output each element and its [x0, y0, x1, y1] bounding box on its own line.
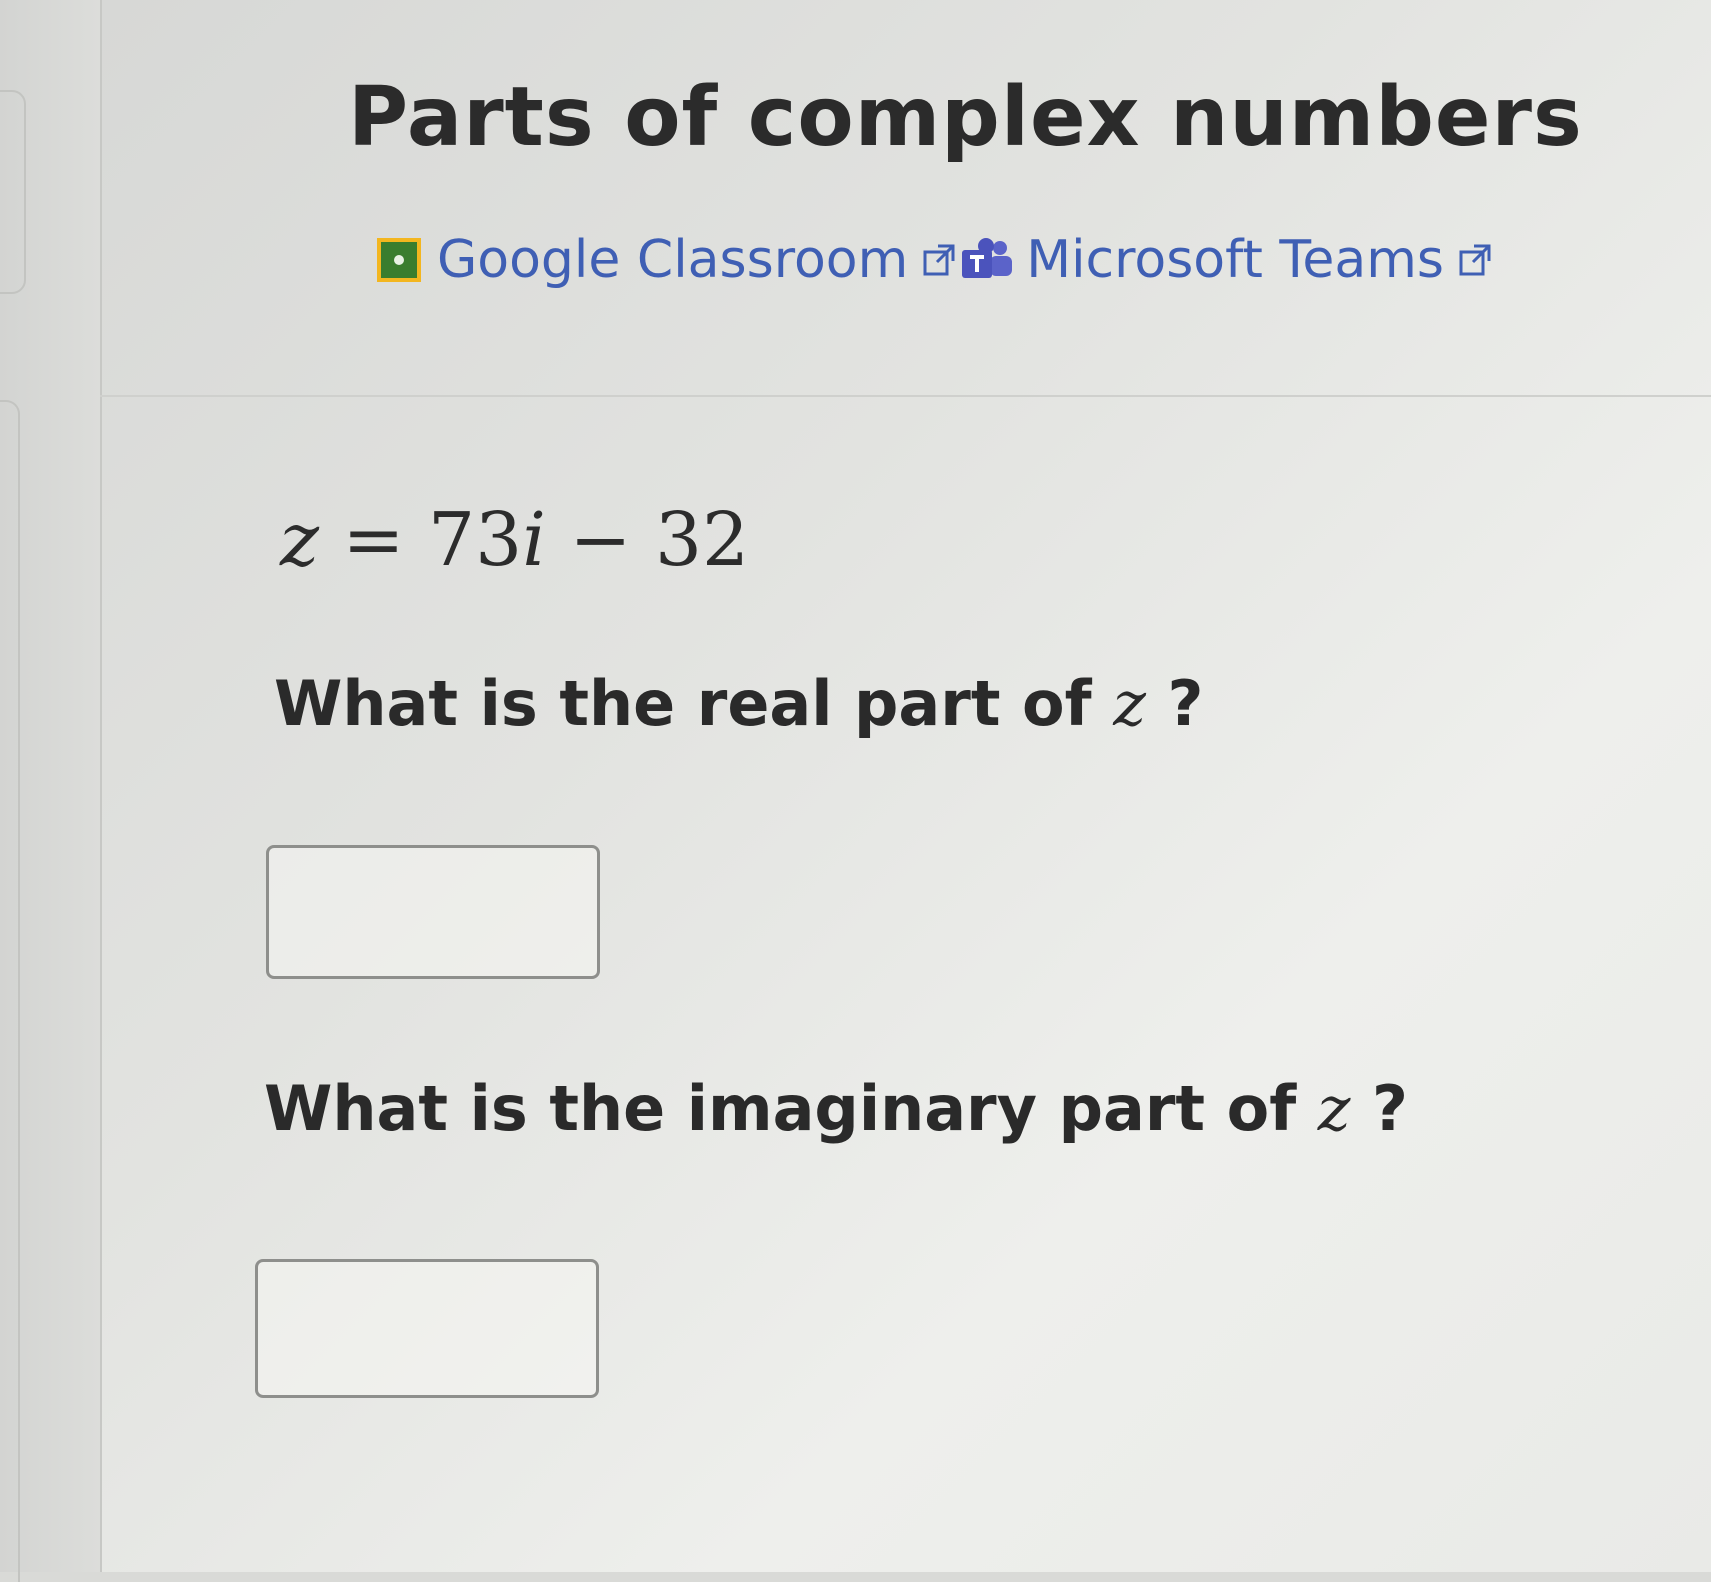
google-classroom-label: Google Classroom — [437, 230, 909, 290]
external-link-icon — [922, 243, 956, 277]
exercise-content: z = 73i − 32 What is the real part of z … — [100, 397, 1711, 1572]
microsoft-teams-label: Microsoft Teams — [1026, 230, 1444, 290]
left-sidebar-rail — [0, 0, 102, 1582]
share-row: Google Classroom Microsoft Teams — [377, 230, 1492, 290]
imaginary-part-question-variable: z — [1317, 1072, 1351, 1145]
external-link-icon — [1458, 243, 1492, 277]
equation-imaginary-unit: i — [522, 497, 546, 583]
screen: Parts of complex numbers Google Classroo… — [0, 0, 1711, 1582]
google-classroom-link[interactable]: Google Classroom — [377, 230, 956, 290]
imaginary-part-answer-input[interactable] — [255, 1259, 599, 1398]
exercise-header: Parts of complex numbers Google Classroo… — [100, 0, 1711, 397]
imaginary-part-question-end: ? — [1350, 1072, 1409, 1145]
real-part-question: What is the real part of z ? — [274, 667, 1203, 740]
equation-variable: z — [280, 497, 319, 583]
complex-number-equation: z = 73i − 32 — [280, 497, 749, 583]
imaginary-part-question: What is the imaginary part of z ? — [264, 1072, 1408, 1145]
equation-rhs: = 73 — [342, 497, 523, 583]
sidebar-panel-edge — [0, 400, 20, 1582]
microsoft-teams-link[interactable]: Microsoft Teams — [956, 230, 1492, 290]
real-part-question-end: ? — [1145, 667, 1204, 740]
google-classroom-icon — [377, 238, 421, 282]
real-part-question-variable: z — [1113, 667, 1146, 740]
real-part-answer-input[interactable] — [266, 845, 600, 979]
page-title: Parts of complex numbers — [348, 70, 1583, 165]
microsoft-teams-icon — [960, 236, 1016, 284]
equation-tail: − 32 — [545, 497, 750, 583]
imaginary-part-question-text: What is the imaginary part of — [264, 1072, 1318, 1145]
sidebar-tab-top[interactable] — [0, 90, 26, 294]
real-part-question-text: What is the real part of — [274, 667, 1114, 740]
